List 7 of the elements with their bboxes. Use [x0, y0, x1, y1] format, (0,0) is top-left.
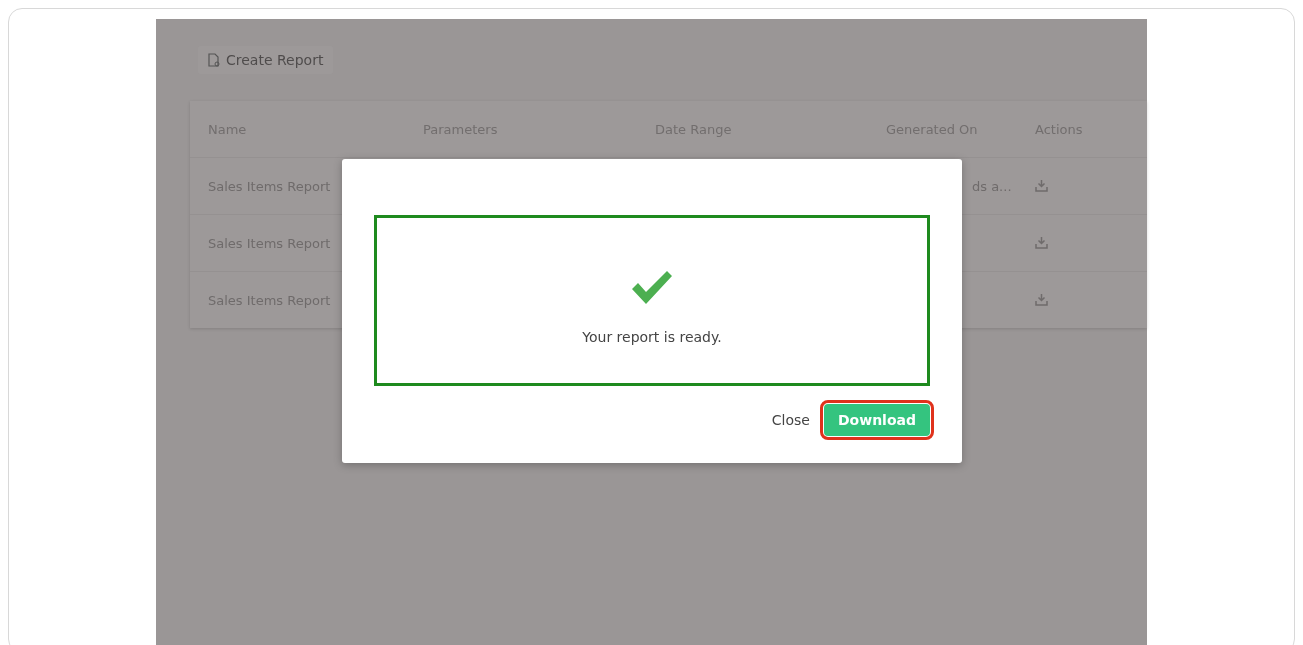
document-icon — [208, 53, 220, 67]
download-icon[interactable] — [1035, 294, 1048, 306]
checkmark-icon — [630, 268, 674, 305]
download-icon[interactable] — [1035, 237, 1048, 249]
success-message: Your report is ready. — [582, 328, 722, 345]
download-icon[interactable] — [1035, 180, 1048, 192]
close-button[interactable]: Close — [765, 404, 816, 436]
